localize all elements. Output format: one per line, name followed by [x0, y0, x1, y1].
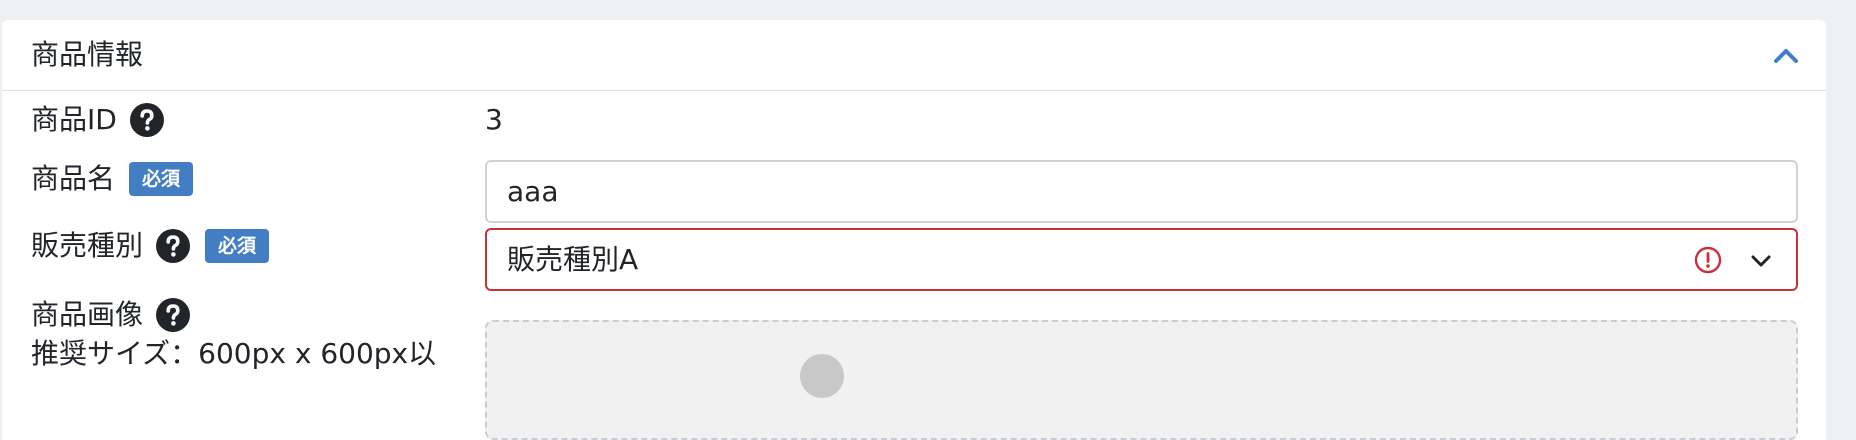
question-circle-icon[interactable]	[155, 228, 191, 264]
sale-type-select[interactable]: 販売種別A	[485, 228, 1798, 291]
product-id-label-row: 商品ID	[31, 102, 165, 138]
upload-icon	[800, 354, 844, 398]
sale-type-selected-value: 販売種別A	[507, 243, 639, 276]
product-id-label: 商品ID	[31, 103, 117, 136]
product-info-card: 商品情報 商品ID 3 商品名 必須 販売種別	[2, 20, 1826, 440]
question-circle-icon[interactable]	[155, 297, 191, 333]
sale-type-label-row: 販売種別 必須	[31, 228, 270, 264]
product-id-value: 3	[485, 103, 503, 136]
required-badge: 必須	[129, 162, 194, 196]
product-name-label: 商品名	[31, 162, 116, 195]
product-name-label-row: 商品名 必須	[31, 161, 194, 197]
question-circle-icon[interactable]	[129, 102, 165, 138]
required-badge: 必須	[205, 229, 270, 263]
card-header: 商品情報	[2, 20, 1826, 91]
product-name-input[interactable]	[485, 160, 1798, 223]
image-dropzone[interactable]	[485, 320, 1798, 440]
chevron-up-icon[interactable]	[1768, 38, 1804, 74]
recommended-size-text: 推奨サイズ：600px x 600px以	[31, 337, 437, 370]
card-title: 商品情報	[31, 38, 144, 71]
product-image-label-row: 商品画像	[31, 297, 191, 333]
chevron-down-icon	[1748, 248, 1774, 274]
exclamation-circle-icon	[1694, 246, 1722, 274]
product-image-label: 商品画像	[31, 298, 144, 331]
sale-type-label: 販売種別	[31, 229, 144, 262]
